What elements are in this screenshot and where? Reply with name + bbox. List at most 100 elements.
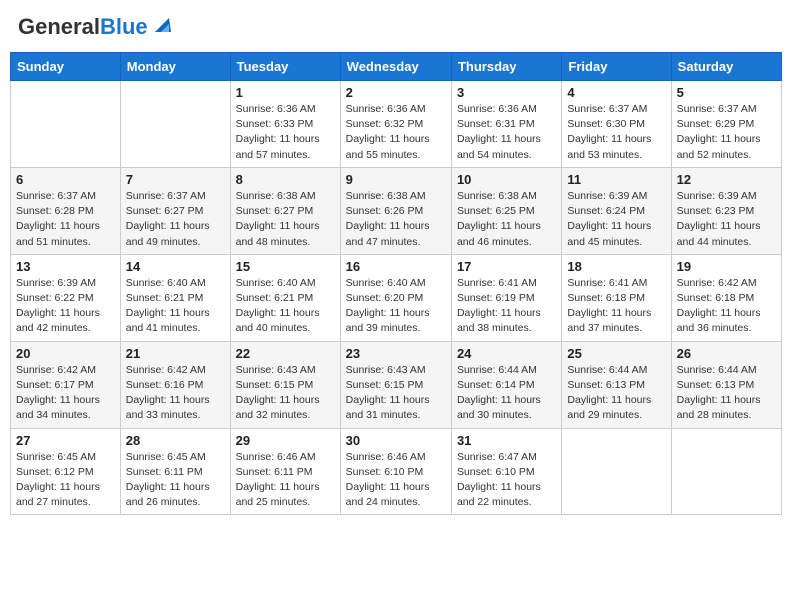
day-info: Sunrise: 6:43 AM Sunset: 6:15 PM Dayligh… <box>236 363 335 424</box>
day-number: 26 <box>677 346 776 361</box>
calendar-cell: 1 Sunrise: 6:36 AM Sunset: 6:33 PM Daylig… <box>230 81 340 168</box>
day-number: 4 <box>567 85 665 100</box>
day-number: 6 <box>16 172 115 187</box>
day-info: Sunrise: 6:37 AM Sunset: 6:28 PM Dayligh… <box>16 189 115 250</box>
day-number: 14 <box>126 259 225 274</box>
day-info: Sunrise: 6:38 AM Sunset: 6:26 PM Dayligh… <box>346 189 446 250</box>
calendar-cell: 31Sunrise: 6:47 AM Sunset: 6:10 PM Dayli… <box>451 428 561 515</box>
day-number: 2 <box>346 85 446 100</box>
day-number: 24 <box>457 346 556 361</box>
day-info: Sunrise: 6:38 AM Sunset: 6:25 PM Dayligh… <box>457 189 556 250</box>
day-info: Sunrise: 6:37 AM Sunset: 6:27 PM Dayligh… <box>126 189 225 250</box>
day-number: 25 <box>567 346 665 361</box>
day-number: 3 <box>457 85 556 100</box>
calendar-cell <box>11 81 121 168</box>
day-number: 9 <box>346 172 446 187</box>
calendar-cell: 16Sunrise: 6:40 AM Sunset: 6:20 PM Dayli… <box>340 254 451 341</box>
day-number: 20 <box>16 346 115 361</box>
calendar-cell: 14 Sunrise: 6:40 AM Sunset: 6:21 PM Dayli… <box>120 254 230 341</box>
calendar-cell: 25 Sunrise: 6:44 AM Sunset: 6:13 PM Dayli… <box>562 341 671 428</box>
calendar-cell: 18Sunrise: 6:41 AM Sunset: 6:18 PM Dayli… <box>562 254 671 341</box>
day-number: 10 <box>457 172 556 187</box>
day-info: Sunrise: 6:40 AM Sunset: 6:21 PM Dayligh… <box>236 276 335 337</box>
calendar-cell: 29 Sunrise: 6:46 AM Sunset: 6:11 PM Dayli… <box>230 428 340 515</box>
weekday-header: Saturday <box>671 53 781 81</box>
calendar-cell: 21Sunrise: 6:42 AM Sunset: 6:16 PM Dayli… <box>120 341 230 428</box>
day-number: 11 <box>567 172 665 187</box>
day-info: Sunrise: 6:45 AM Sunset: 6:11 PM Dayligh… <box>126 450 225 511</box>
day-info: Sunrise: 6:36 AM Sunset: 6:33 PM Dayligh… <box>236 102 335 163</box>
day-number: 7 <box>126 172 225 187</box>
calendar-cell: 11 Sunrise: 6:39 AM Sunset: 6:24 PM Dayli… <box>562 167 671 254</box>
day-info: Sunrise: 6:37 AM Sunset: 6:30 PM Dayligh… <box>567 102 665 163</box>
calendar-cell: 17Sunrise: 6:41 AM Sunset: 6:19 PM Dayli… <box>451 254 561 341</box>
day-number: 15 <box>236 259 335 274</box>
calendar-cell: 7 Sunrise: 6:37 AM Sunset: 6:27 PM Daylig… <box>120 167 230 254</box>
day-info: Sunrise: 6:42 AM Sunset: 6:17 PM Dayligh… <box>16 363 115 424</box>
day-info: Sunrise: 6:40 AM Sunset: 6:20 PM Dayligh… <box>346 276 446 337</box>
logo-wordmark: GeneralBlue <box>18 14 148 40</box>
day-info: Sunrise: 6:39 AM Sunset: 6:24 PM Dayligh… <box>567 189 665 250</box>
calendar-cell: 4 Sunrise: 6:37 AM Sunset: 6:30 PM Daylig… <box>562 81 671 168</box>
day-number: 28 <box>126 433 225 448</box>
day-info: Sunrise: 6:37 AM Sunset: 6:29 PM Dayligh… <box>677 102 776 163</box>
calendar-cell: 10 Sunrise: 6:38 AM Sunset: 6:25 PM Dayli… <box>451 167 561 254</box>
calendar-cell: 6 Sunrise: 6:37 AM Sunset: 6:28 PM Daylig… <box>11 167 121 254</box>
day-number: 23 <box>346 346 446 361</box>
calendar-cell <box>562 428 671 515</box>
calendar-cell: 12Sunrise: 6:39 AM Sunset: 6:23 PM Dayli… <box>671 167 781 254</box>
day-info: Sunrise: 6:45 AM Sunset: 6:12 PM Dayligh… <box>16 450 115 511</box>
calendar-week-row: 1 Sunrise: 6:36 AM Sunset: 6:33 PM Daylig… <box>11 81 782 168</box>
calendar-week-row: 27 Sunrise: 6:45 AM Sunset: 6:12 PM Dayli… <box>11 428 782 515</box>
calendar-cell: 13 Sunrise: 6:39 AM Sunset: 6:22 PM Dayli… <box>11 254 121 341</box>
day-number: 27 <box>16 433 115 448</box>
day-info: Sunrise: 6:36 AM Sunset: 6:32 PM Dayligh… <box>346 102 446 163</box>
day-info: Sunrise: 6:41 AM Sunset: 6:18 PM Dayligh… <box>567 276 665 337</box>
calendar-cell <box>120 81 230 168</box>
calendar-cell <box>671 428 781 515</box>
day-number: 19 <box>677 259 776 274</box>
day-info: Sunrise: 6:36 AM Sunset: 6:31 PM Dayligh… <box>457 102 556 163</box>
day-number: 5 <box>677 85 776 100</box>
weekday-row: SundayMondayTuesdayWednesdayThursdayFrid… <box>11 53 782 81</box>
calendar-cell: 2 Sunrise: 6:36 AM Sunset: 6:32 PM Daylig… <box>340 81 451 168</box>
weekday-header: Thursday <box>451 53 561 81</box>
calendar-cell: 19 Sunrise: 6:42 AM Sunset: 6:18 PM Dayli… <box>671 254 781 341</box>
day-info: Sunrise: 6:40 AM Sunset: 6:21 PM Dayligh… <box>126 276 225 337</box>
day-number: 8 <box>236 172 335 187</box>
calendar-cell: 15 Sunrise: 6:40 AM Sunset: 6:21 PM Dayli… <box>230 254 340 341</box>
calendar-week-row: 20 Sunrise: 6:42 AM Sunset: 6:17 PM Dayli… <box>11 341 782 428</box>
day-info: Sunrise: 6:41 AM Sunset: 6:19 PM Dayligh… <box>457 276 556 337</box>
day-info: Sunrise: 6:39 AM Sunset: 6:22 PM Dayligh… <box>16 276 115 337</box>
day-number: 12 <box>677 172 776 187</box>
day-info: Sunrise: 6:38 AM Sunset: 6:27 PM Dayligh… <box>236 189 335 250</box>
page-header: GeneralBlue <box>10 10 782 44</box>
calendar-cell: 9 Sunrise: 6:38 AM Sunset: 6:26 PM Daylig… <box>340 167 451 254</box>
logo: GeneralBlue <box>18 14 171 40</box>
day-number: 22 <box>236 346 335 361</box>
calendar-table: SundayMondayTuesdayWednesdayThursdayFrid… <box>10 52 782 515</box>
day-number: 13 <box>16 259 115 274</box>
weekday-header: Tuesday <box>230 53 340 81</box>
calendar-cell: 26 Sunrise: 6:44 AM Sunset: 6:13 PM Dayli… <box>671 341 781 428</box>
day-info: Sunrise: 6:44 AM Sunset: 6:13 PM Dayligh… <box>677 363 776 424</box>
calendar-cell: 5 Sunrise: 6:37 AM Sunset: 6:29 PM Daylig… <box>671 81 781 168</box>
day-info: Sunrise: 6:42 AM Sunset: 6:18 PM Dayligh… <box>677 276 776 337</box>
day-number: 31 <box>457 433 556 448</box>
day-number: 29 <box>236 433 335 448</box>
day-info: Sunrise: 6:44 AM Sunset: 6:13 PM Dayligh… <box>567 363 665 424</box>
calendar-cell: 24Sunrise: 6:44 AM Sunset: 6:14 PM Dayli… <box>451 341 561 428</box>
calendar-cell: 28 Sunrise: 6:45 AM Sunset: 6:11 PM Dayli… <box>120 428 230 515</box>
calendar-week-row: 13 Sunrise: 6:39 AM Sunset: 6:22 PM Dayli… <box>11 254 782 341</box>
calendar-cell: 8 Sunrise: 6:38 AM Sunset: 6:27 PM Daylig… <box>230 167 340 254</box>
calendar-header: SundayMondayTuesdayWednesdayThursdayFrid… <box>11 53 782 81</box>
calendar-cell: 27 Sunrise: 6:45 AM Sunset: 6:12 PM Dayli… <box>11 428 121 515</box>
weekday-header: Monday <box>120 53 230 81</box>
weekday-header: Wednesday <box>340 53 451 81</box>
weekday-header: Sunday <box>11 53 121 81</box>
calendar-cell: 3 Sunrise: 6:36 AM Sunset: 6:31 PM Daylig… <box>451 81 561 168</box>
day-number: 1 <box>236 85 335 100</box>
day-info: Sunrise: 6:46 AM Sunset: 6:11 PM Dayligh… <box>236 450 335 511</box>
logo-triangle-icon <box>151 14 171 34</box>
day-number: 30 <box>346 433 446 448</box>
